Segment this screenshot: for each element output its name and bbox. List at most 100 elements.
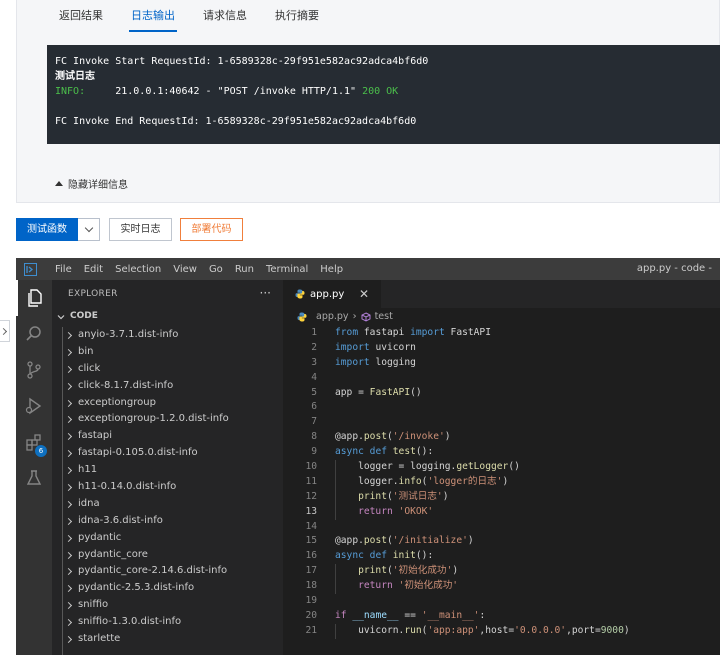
deploy-code-button[interactable]: 部署代码 (180, 218, 243, 241)
explorer-folder-item[interactable]: bin (52, 344, 283, 361)
log-user-line: 测试日志 (55, 71, 95, 82)
code-text: if __name__ == '__main__': (335, 609, 486, 621)
tab-request-info[interactable]: 请求信息 (189, 0, 261, 32)
chevron-down-icon (57, 314, 65, 319)
explorer-folder-item[interactable]: sniffio-1.3.0.dist-info (52, 614, 283, 631)
python-file-icon (295, 289, 305, 299)
activity-source-control[interactable] (16, 352, 52, 388)
result-panel: 返回结果 日志输出 请求信息 执行摘要 FC Invoke Start Requ… (16, 0, 720, 203)
code-line: 19 (283, 594, 720, 609)
menu-go[interactable]: Go (203, 264, 229, 275)
code-line: 5 app = FastAPI() (283, 386, 720, 401)
extensions-badge: 6 (35, 445, 47, 457)
folder-label: anyio-3.7.1.dist-info (78, 329, 179, 340)
menu-terminal[interactable]: Terminal (260, 264, 314, 275)
code-text: import logging (335, 356, 416, 368)
code-line: 4 (283, 371, 720, 386)
search-icon (26, 326, 41, 341)
explorer-folder-item[interactable]: idna-3.6.dist-info (52, 513, 283, 530)
result-tabs: 返回结果 日志输出 请求信息 执行摘要 (33, 0, 333, 32)
code-text: uvicorn.run('app:app',host='0.0.0.0',por… (358, 624, 630, 636)
code-line: 15 @app.post('/initialize') (283, 534, 720, 549)
line-number: 16 (305, 550, 317, 562)
explorer-more-button[interactable]: ··· (260, 280, 271, 308)
breadcrumb-symbol[interactable]: test (375, 308, 393, 326)
editor-tab-app-py[interactable]: app.py ✕ (283, 280, 381, 308)
hide-details-toggle[interactable]: 隐藏详细信息 (55, 176, 128, 191)
side-expand-tab[interactable] (0, 320, 10, 342)
chevron-right-icon (64, 467, 73, 475)
log-blank-line (55, 99, 713, 114)
code-line: 10 logger = logging.getLogger() (283, 460, 720, 475)
code-text: from fastapi import FastAPI (335, 327, 491, 338)
code-text: logger = logging.getLogger() (358, 461, 520, 473)
section-label: CODE (70, 311, 98, 321)
explorer-folder-item[interactable]: fastapi-0.105.0.dist-info (52, 445, 283, 462)
menu-file[interactable]: File (49, 264, 78, 275)
menu-view[interactable]: View (167, 264, 203, 275)
code-text: print('初始化成功') (358, 565, 459, 577)
menu-selection[interactable]: Selection (109, 264, 167, 275)
page-root: 返回结果 日志输出 请求信息 执行摘要 FC Invoke Start Requ… (0, 0, 720, 655)
activity-run-debug[interactable] (16, 388, 52, 424)
chevron-right-icon (64, 365, 73, 373)
menu-run[interactable]: Run (229, 264, 260, 275)
explorer-folder-item[interactable]: pydantic_core-2.14.6.dist-info (52, 563, 283, 580)
explorer-folder-item[interactable]: pydantic-2.5.3.dist-info (52, 580, 283, 597)
chevron-right-icon (64, 585, 73, 593)
activity-explorer[interactable] (16, 280, 52, 316)
folder-label: pydantic_core (78, 548, 148, 560)
tab-return-result[interactable]: 返回结果 (33, 0, 117, 32)
menu-help[interactable]: Help (314, 264, 349, 275)
editor-tab-bar: app.py ✕ (283, 280, 720, 308)
explorer-folder-item[interactable]: click (52, 361, 283, 378)
code-line: 7 (283, 415, 720, 430)
code-text: print('测试日志') (358, 490, 449, 502)
test-function-dropdown[interactable] (78, 218, 100, 241)
explorer-folder-item[interactable]: h11-0.14.0.dist-info (52, 479, 283, 496)
close-icon[interactable]: ✕ (359, 280, 369, 308)
vscode-window: File Edit Selection View Go Run Terminal… (16, 258, 720, 655)
explorer-folder-item[interactable]: idna (52, 496, 283, 513)
code-text: app = FastAPI() (335, 386, 422, 398)
explorer-folder-item[interactable]: exceptiongroup-1.2.0.dist-info (52, 411, 283, 428)
tab-execution-summary[interactable]: 执行摘要 (261, 0, 333, 32)
explorer-folder-item[interactable]: fastapi (52, 428, 283, 445)
explorer-folder-item[interactable]: h11 (52, 462, 283, 479)
activity-testing[interactable] (16, 460, 52, 496)
python-file-icon (297, 312, 307, 322)
chevron-down-icon (84, 223, 93, 233)
code-text: logger.info('logger的日志') (358, 475, 509, 487)
line-number: 6 (311, 401, 317, 413)
line-number: 18 (305, 580, 317, 592)
chevron-right-icon (64, 433, 73, 441)
breadcrumb-file[interactable]: app.py (316, 308, 349, 326)
tab-log-output[interactable]: 日志输出 (117, 0, 189, 32)
chevron-right-icon (64, 450, 73, 458)
realtime-log-button[interactable]: 实时日志 (109, 218, 172, 241)
test-function-button[interactable]: 测试函数 (16, 218, 78, 241)
explorer-folder-item[interactable]: anyio-3.7.1.dist-info (52, 327, 283, 344)
menu-edit[interactable]: Edit (78, 264, 109, 275)
line-number: 9 (311, 446, 317, 458)
activity-search[interactable] (16, 316, 52, 352)
folder-label: pydantic_core-2.14.6.dist-info (78, 565, 228, 577)
explorer-folder-item[interactable]: pydantic (52, 530, 283, 547)
line-number: 14 (305, 520, 317, 532)
title-bar: File Edit Selection View Go Run Terminal… (16, 258, 720, 280)
code-line: 3 import logging (283, 356, 720, 371)
explorer-folder-item[interactable]: exceptiongroup (52, 395, 283, 412)
code-editor[interactable]: 1 from fastapi import FastAPI 2 import uvic… (283, 326, 720, 639)
code-text: return 'OKOK' (358, 505, 434, 517)
line-number: 10 (305, 461, 317, 473)
explorer-folder-item[interactable]: sniffio (52, 597, 283, 614)
test-function-split-button: 测试函数 (16, 218, 100, 241)
activity-extensions[interactable]: 6 (16, 424, 52, 460)
explorer-folder-item[interactable]: click-8.1.7.dist-info (52, 378, 283, 395)
triangle-up-icon (55, 181, 63, 186)
explorer-title: EXPLORER (68, 289, 118, 299)
explorer-section-code[interactable]: CODE (52, 308, 283, 325)
explorer-folder-item[interactable]: starlette (52, 631, 283, 648)
folder-label: bin (78, 345, 94, 357)
explorer-folder-item[interactable]: pydantic_core (52, 547, 283, 564)
